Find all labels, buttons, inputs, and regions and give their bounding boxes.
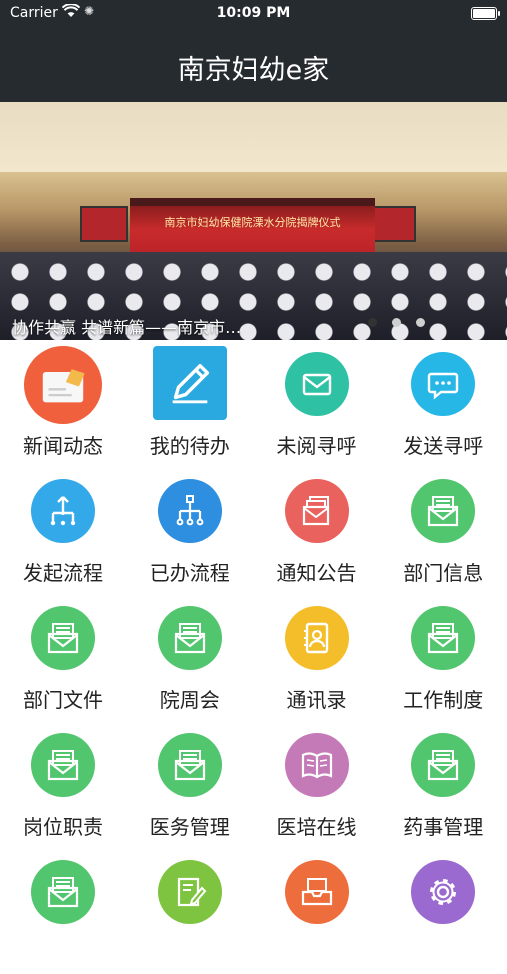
menu-item[interactable] bbox=[254, 848, 380, 974]
gear-icon bbox=[411, 860, 476, 924]
banner-photo-screen bbox=[80, 206, 128, 242]
menu-item[interactable]: 通知公告 bbox=[254, 467, 380, 593]
page-indicator-dot[interactable] bbox=[392, 318, 401, 327]
menu-item-label: 发送寻呼 bbox=[403, 434, 484, 458]
menu-item[interactable]: 我的待办 bbox=[127, 340, 253, 466]
menu-item-label: 医务管理 bbox=[149, 815, 230, 839]
letter-icon bbox=[157, 606, 222, 670]
letter-icon bbox=[157, 733, 222, 797]
tray-icon bbox=[284, 860, 349, 924]
menu-item[interactable]: 部门文件 bbox=[0, 594, 126, 720]
news-banner[interactable]: 南京市妇幼保健院溧水分院揭牌仪式 协作共赢 共谱新篇——南京市… bbox=[0, 102, 507, 340]
menu-item[interactable] bbox=[0, 848, 126, 974]
stacked-mail-icon bbox=[284, 479, 349, 543]
menu-item-label: 已办流程 bbox=[149, 561, 230, 585]
letter-icon bbox=[411, 733, 476, 797]
menu-item[interactable] bbox=[380, 848, 506, 974]
mail-icon bbox=[284, 352, 349, 416]
flow-up-icon bbox=[31, 479, 95, 543]
menu-item-label: 我的待办 bbox=[149, 434, 230, 458]
menu-item-label: 新闻动态 bbox=[23, 434, 103, 458]
banner-photo-screen bbox=[368, 206, 416, 242]
news-card-icon bbox=[24, 346, 102, 424]
navigation-bar: 南京妇幼e家 bbox=[0, 26, 507, 102]
banner-caption: 协作共赢 共谱新篇——南京市… bbox=[12, 318, 242, 337]
menu-item-label: 通讯录 bbox=[286, 688, 347, 712]
menu-item-label: 岗位职责 bbox=[23, 815, 103, 839]
banner-stage-text: 南京市妇幼保健院溧水分院揭牌仪式 bbox=[164, 216, 341, 229]
menu-item-label: 发起流程 bbox=[23, 561, 103, 585]
menu-grid: 新闻动态 我的待办 未阅寻呼 发送寻呼发起流程 已办流程 通知公告 部门信息部门文件 院周会 通… bbox=[0, 340, 507, 924]
flow-tree-icon bbox=[157, 479, 222, 543]
edit-doc-icon bbox=[157, 860, 222, 924]
chat-bubble-icon bbox=[411, 352, 476, 416]
menu-item[interactable]: 发送寻呼 bbox=[380, 340, 506, 466]
menu-item[interactable]: 工作制度 bbox=[380, 594, 506, 720]
menu-item-label: 通知公告 bbox=[276, 561, 357, 585]
contacts-icon bbox=[284, 606, 349, 670]
menu-item-label: 部门文件 bbox=[23, 688, 103, 712]
menu-item[interactable]: 未阅寻呼 bbox=[254, 340, 380, 466]
book-icon bbox=[284, 733, 349, 797]
menu-item[interactable]: 部门信息 bbox=[380, 467, 506, 593]
menu-item-label: 工作制度 bbox=[403, 688, 484, 712]
page-indicator-dot[interactable] bbox=[416, 318, 425, 327]
letter-icon bbox=[411, 606, 476, 670]
menu-item-label: 院周会 bbox=[159, 688, 220, 712]
menu-item[interactable]: 医务管理 bbox=[127, 721, 253, 847]
letter-icon bbox=[31, 860, 95, 924]
menu-item-label: 药事管理 bbox=[403, 815, 484, 839]
status-bar: Carrier ✺ 10:09 PM bbox=[0, 0, 507, 26]
menu-item[interactable]: 岗位职责 bbox=[0, 721, 126, 847]
menu-item[interactable]: 发起流程 bbox=[0, 467, 126, 593]
menu-item[interactable]: 已办流程 bbox=[127, 467, 253, 593]
battery-icon bbox=[471, 7, 500, 20]
letter-icon bbox=[411, 479, 476, 543]
menu-item[interactable]: 院周会 bbox=[127, 594, 253, 720]
menu-item[interactable]: 通讯录 bbox=[254, 594, 380, 720]
menu-item-label: 医培在线 bbox=[276, 815, 357, 839]
menu-item-label: 未阅寻呼 bbox=[276, 434, 357, 458]
banner-photo-ceiling bbox=[0, 102, 507, 172]
pencil-icon bbox=[152, 346, 227, 420]
page-indicator-dot[interactable] bbox=[368, 318, 377, 327]
menu-item[interactable] bbox=[127, 848, 253, 974]
clock: 10:09 PM bbox=[216, 5, 291, 21]
menu-item[interactable]: 新闻动态 bbox=[0, 340, 126, 466]
page-title: 南京妇幼e家 bbox=[177, 55, 330, 86]
letter-icon bbox=[31, 733, 95, 797]
menu-item[interactable]: 药事管理 bbox=[380, 721, 506, 847]
letter-icon bbox=[31, 606, 95, 670]
menu-item-label: 部门信息 bbox=[403, 561, 484, 585]
menu-item[interactable]: 医培在线 bbox=[254, 721, 380, 847]
